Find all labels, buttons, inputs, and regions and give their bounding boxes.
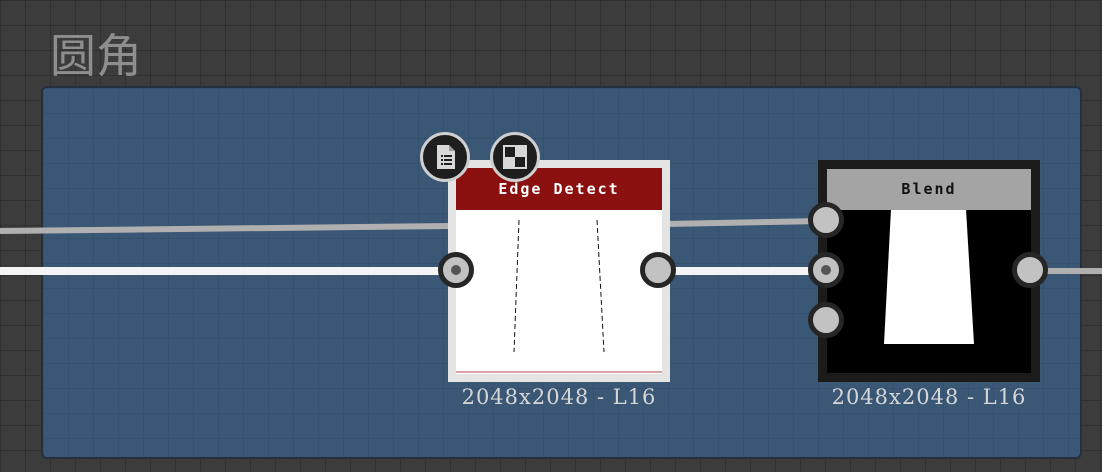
blend-resolution: 2048x2048 - L16 (831, 385, 1027, 409)
edge-detect-input-port[interactable] (438, 252, 474, 288)
node-blend[interactable]: Blend (818, 160, 1040, 382)
document-list-icon[interactable] (420, 132, 470, 182)
wire-top (0, 223, 453, 234)
node-edge-detect[interactable]: Edge Detect (448, 160, 670, 382)
blend-title: Blend (827, 169, 1031, 210)
blend-mask-port[interactable] (808, 302, 844, 338)
blend-background-port[interactable] (808, 252, 844, 288)
blend-output-port[interactable] (1012, 252, 1048, 288)
edge-detect-resolution: 2048x2048 - L16 (461, 385, 657, 409)
edge-detect-title: Edge Detect (456, 168, 662, 210)
blend-foreground-port[interactable] (808, 202, 844, 238)
edge-detect-output-port[interactable] (640, 252, 676, 288)
wire-edge-to-blend (665, 218, 823, 227)
checker-icon[interactable] (490, 132, 540, 182)
